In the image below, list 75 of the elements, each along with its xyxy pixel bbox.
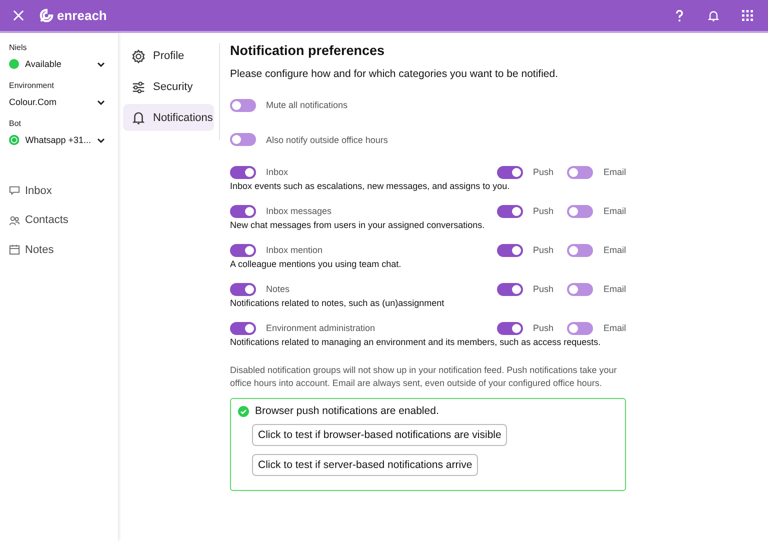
toggle-label: Notes [266, 284, 290, 294]
toggle-label: Inbox mention [266, 245, 323, 255]
environment-dropdown[interactable]: Colour.Com [9, 90, 109, 114]
category-description: Notifications related to managing an environment and its members, such as access requests. [230, 337, 602, 347]
help-icon[interactable] [675, 10, 684, 22]
toggle-switch[interactable] [496, 282, 523, 296]
status-dropdown[interactable]: Available [9, 52, 109, 76]
toggle-label: Push [532, 284, 554, 294]
category-description: Inbox events such as escalations, new messages, and assigns to you. [230, 181, 511, 191]
toggle-switch[interactable] [496, 244, 523, 256]
settings-icon [131, 48, 146, 64]
page-title: Notification preferences [230, 43, 386, 58]
toggle-label: Email [603, 284, 626, 294]
chevron-down-icon [97, 62, 105, 66]
check-circle-icon [238, 406, 249, 416]
toggle-switch[interactable] [496, 204, 523, 218]
toggle-label: Inbox [266, 167, 288, 177]
apps-grid-icon[interactable] [742, 10, 753, 21]
settings-tab[interactable]: Profile [123, 43, 214, 70]
category-description: Notifications related to notes, such as (un)assignment [230, 298, 446, 308]
bell-icon[interactable] [708, 10, 719, 22]
status-message: Browser push notifications are enabled. [255, 405, 439, 417]
intro-text: Please configure how and for which categories you want to be notified. [230, 68, 560, 80]
logo-icon [39, 8, 54, 23]
toggle-label: Push [532, 245, 554, 255]
settings-tab[interactable]: Security [123, 74, 214, 100]
toggle-switch[interactable] [567, 282, 594, 296]
toggle-label: Push [532, 206, 554, 216]
footnote-text: Disabled notification groups will not show up in your notification feed. Push notifications take your office hours into account. Email are always sent, even outside of your configured office hours. [230, 364, 618, 390]
chevron-down-icon [97, 100, 105, 104]
toggle-label: Email [603, 167, 626, 177]
toggle-label: Push [532, 323, 554, 333]
toggle-switch[interactable] [230, 244, 256, 256]
toggle-label: Email [603, 323, 626, 333]
toggle-switch[interactable] [230, 204, 256, 218]
toggle-switch[interactable] [230, 98, 256, 112]
test-button[interactable]: Click to test if server-based notifications arrive [252, 454, 478, 476]
chat-bubble-icon [9, 134, 20, 146]
sliders-icon [131, 80, 146, 94]
nav-item[interactable]: Contacts [9, 206, 109, 235]
nav-item[interactable]: Inbox [9, 176, 109, 206]
bot-label: Bot [9, 119, 22, 128]
logo-text: enreach [57, 8, 107, 23]
inbox-icon [9, 185, 20, 196]
user-name: Niels [9, 43, 28, 52]
toggle-label: Mute all notifications [266, 100, 348, 110]
bot-dropdown[interactable]: Whatsapp +31... [9, 128, 109, 152]
toggle-switch[interactable] [230, 166, 256, 178]
chevron-down-icon [97, 138, 105, 142]
category-description: A colleague mentions you using team chat. [230, 259, 402, 269]
close-icon[interactable] [13, 10, 24, 21]
toggle-switch[interactable] [567, 322, 594, 334]
toggle-switch[interactable] [496, 322, 523, 334]
toggle-label: Push [532, 167, 554, 177]
test-button[interactable]: Click to test if browser-based notifications are visible [252, 424, 508, 446]
toggle-label: Also notify outside office hours [266, 134, 388, 144]
toggle-switch[interactable] [567, 244, 594, 256]
bell-icon [131, 110, 146, 126]
toggle-label: Email [603, 245, 626, 255]
people-icon [9, 214, 20, 226]
nav-item[interactable]: Notes [9, 235, 109, 264]
toggle-switch[interactable] [230, 282, 256, 296]
category-description: New chat messages from users in your assigned conversations. [230, 220, 486, 230]
toggle-label: Inbox messages [266, 206, 332, 216]
settings-tab[interactable]: Notifications [123, 104, 214, 132]
toggle-label: Email [603, 206, 626, 216]
toggle-switch[interactable] [230, 322, 256, 334]
environment-label: Environment [9, 81, 55, 90]
toggle-switch[interactable] [567, 204, 594, 218]
toggle-switch[interactable] [496, 166, 523, 178]
notes-icon [9, 244, 20, 256]
status-dot-icon [9, 59, 19, 69]
toggle-switch[interactable] [567, 166, 594, 178]
toggle-label: Environment administration [266, 323, 376, 333]
toggle-switch[interactable] [230, 133, 256, 146]
